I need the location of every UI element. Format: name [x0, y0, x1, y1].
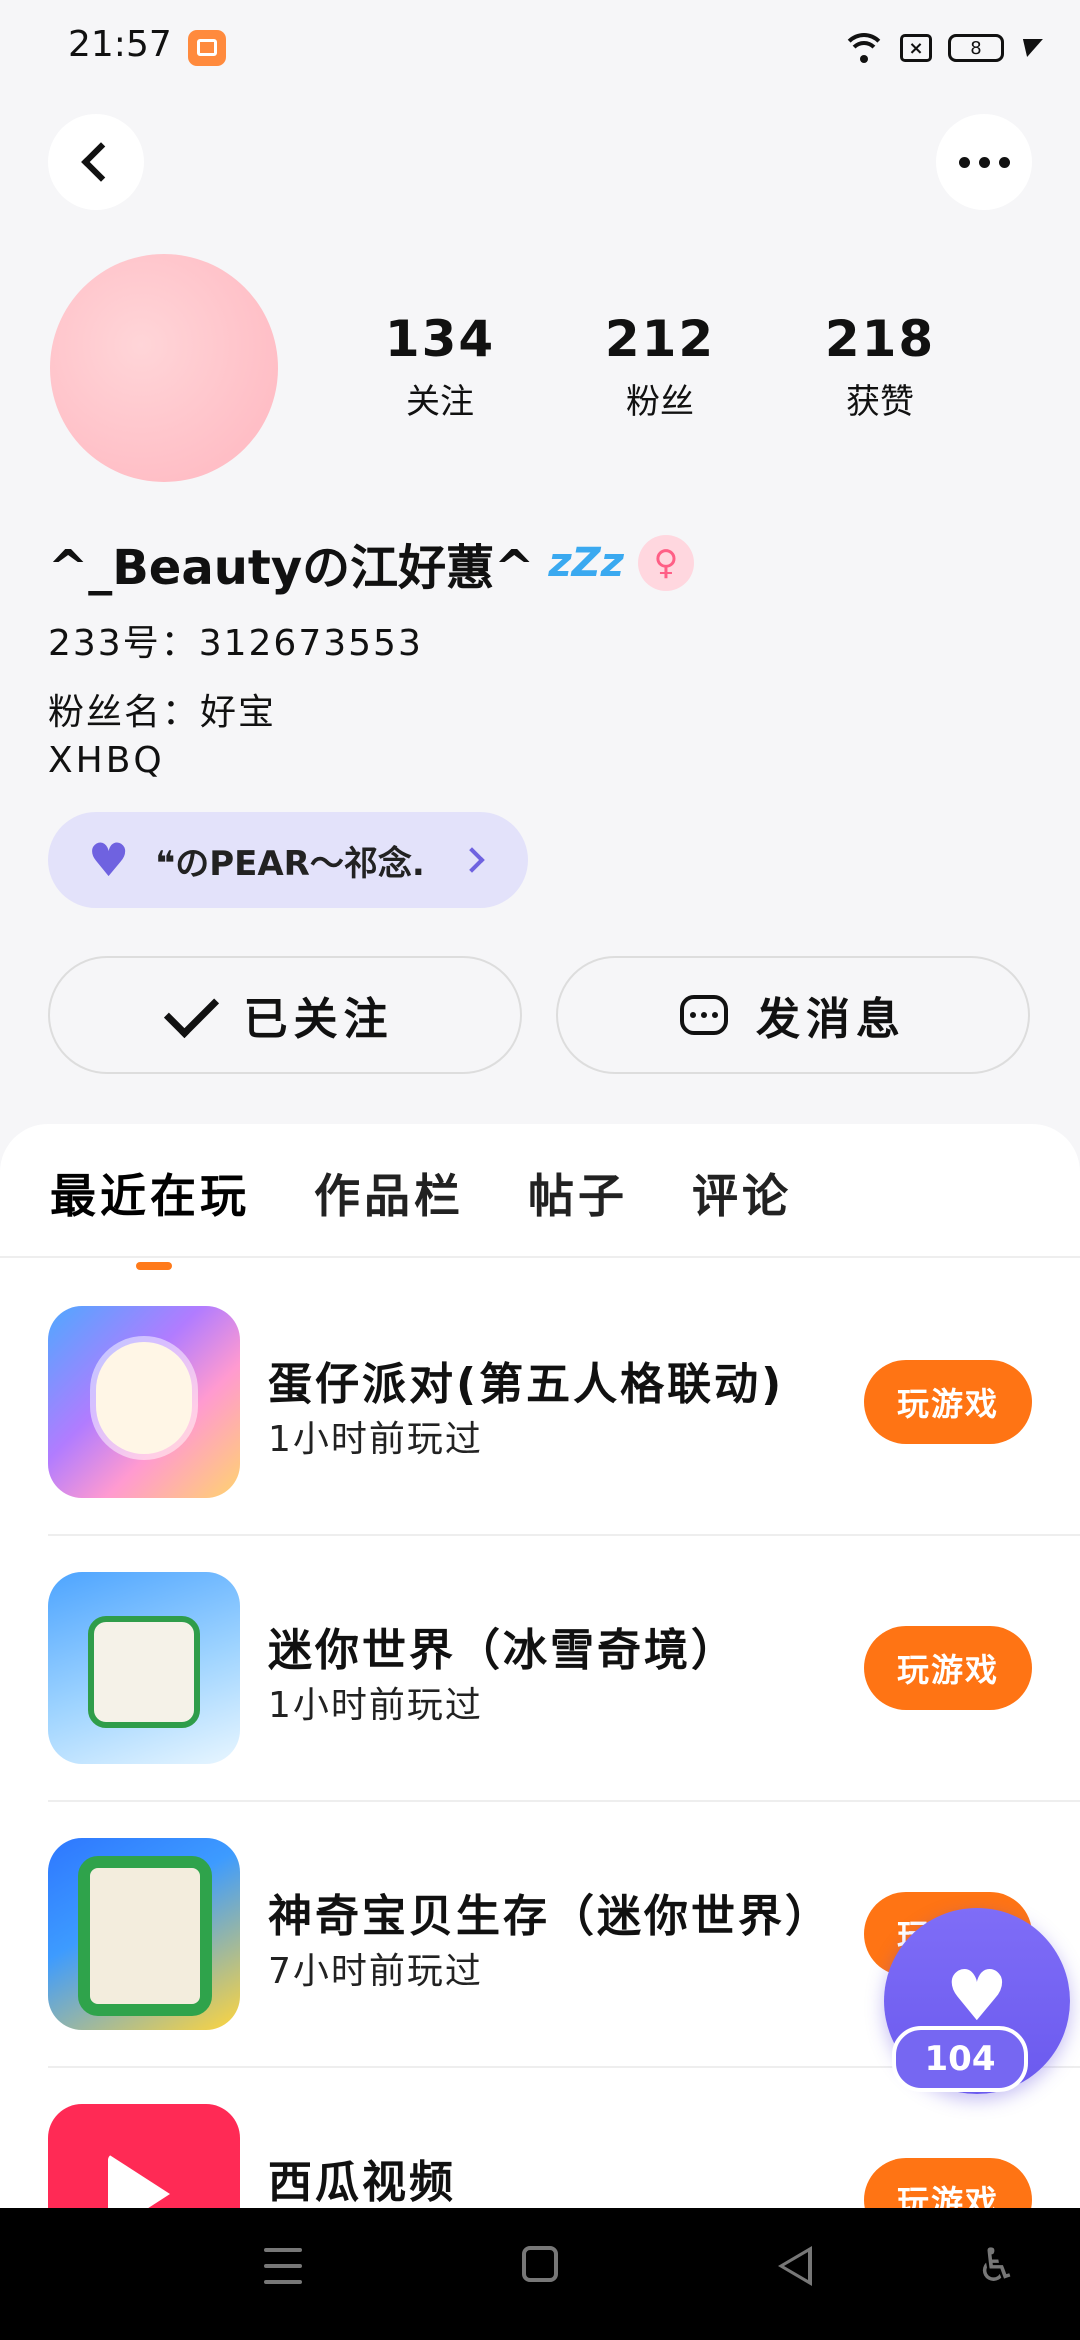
play-game-button[interactable]: 玩游戏	[864, 1626, 1032, 1710]
tab-posts[interactable]: 帖子	[528, 1160, 628, 1270]
tab-label: 帖子	[528, 1169, 628, 1223]
chevron-right-icon	[459, 847, 485, 873]
play-game-button[interactable]: 玩游戏	[864, 1360, 1032, 1444]
relationship-badge[interactable]: ♥ ❝のPEAR〜祁念.	[48, 812, 528, 908]
back-button[interactable]	[48, 114, 144, 210]
game-title: 蛋仔派对(第五人格联动)	[268, 1359, 785, 1410]
sim-icon: ×	[900, 34, 932, 62]
avatar[interactable]	[50, 254, 278, 482]
followed-button[interactable]: 已关注	[48, 956, 522, 1074]
heart-icon: ♥	[88, 833, 130, 887]
tab-label: 作品栏	[314, 1169, 464, 1223]
accessibility-icon[interactable]: ♿	[976, 2240, 1017, 2290]
last-played: 1小时前玩过	[268, 1419, 483, 1460]
chevron-left-icon	[81, 142, 121, 182]
stat-label: 获赞	[846, 382, 914, 422]
game-icon	[48, 1838, 240, 2030]
stat-following[interactable]: 134 关注	[350, 310, 530, 423]
game-icon	[48, 1306, 240, 1498]
list-item[interactable]: 蛋仔派对(第五人格联动) 1小时前玩过 玩游戏	[0, 1270, 1080, 1536]
check-icon	[163, 982, 219, 1038]
stat-fans[interactable]: 212 粉丝	[570, 310, 750, 423]
stat-label: 粉丝	[626, 382, 694, 422]
game-title: 迷你世界（冰雪奇境）	[268, 1625, 738, 1676]
last-played: 7小时前玩过	[268, 1951, 483, 1992]
more-dots-icon	[958, 156, 1010, 168]
username-row: ^_Beautyの江好蕙^ zZz ♀	[48, 528, 694, 598]
game-title: 神奇宝贝生存（迷你世界）	[268, 1891, 832, 1942]
battery-icon: 8	[948, 34, 1004, 62]
tab-recent-played[interactable]: 最近在玩	[50, 1160, 250, 1270]
female-gender-icon: ♀	[637, 535, 694, 591]
fan-name: 粉丝名：好宝	[48, 692, 277, 733]
tab-label: 评论	[692, 1169, 792, 1223]
like-count: 104	[892, 2026, 1028, 2092]
back-triangle-icon[interactable]	[778, 2246, 812, 2286]
tab-indicator	[136, 1262, 172, 1270]
heart-icon: ♥	[945, 1955, 1009, 2037]
message-icon	[680, 995, 728, 1035]
username: ^_Beautyの江好蕙^	[48, 540, 535, 596]
notification-app-icon	[188, 30, 226, 66]
badge-text: ❝のPEAR〜祁念.	[155, 843, 425, 884]
user-id: 233号：312673553	[48, 623, 423, 664]
stat-value: 212	[604, 310, 716, 368]
charging-icon	[1017, 39, 1043, 57]
list-item[interactable]: 迷你世界（冰雪奇境） 1小时前玩过 玩游戏	[0, 1536, 1080, 1802]
wifi-icon	[841, 33, 887, 63]
stat-likes[interactable]: 218 获赞	[790, 310, 970, 423]
user-tag: XHBQ	[48, 740, 165, 781]
status-icons: × 8	[841, 26, 1043, 70]
last-played: 1小时前玩过	[268, 1685, 483, 1726]
home-icon[interactable]	[522, 2246, 558, 2282]
message-label: 发消息	[756, 994, 906, 1045]
game-icon	[48, 1572, 240, 1764]
tab-works[interactable]: 作品栏	[314, 1160, 464, 1270]
stat-label: 关注	[406, 382, 474, 422]
divider	[0, 1256, 1080, 1258]
tab-bar: 最近在玩 作品栏 帖子 评论	[50, 1160, 792, 1270]
stat-value: 218	[824, 310, 936, 368]
tab-label: 最近在玩	[50, 1169, 250, 1223]
followed-label: 已关注	[243, 994, 394, 1045]
status-time: 21:57	[68, 24, 172, 65]
more-button[interactable]	[936, 114, 1032, 210]
sleep-zzz-icon: zZz	[548, 540, 624, 586]
game-title: 西瓜视频	[268, 2157, 456, 2208]
stat-value: 134	[384, 310, 496, 368]
tab-comments[interactable]: 评论	[692, 1160, 792, 1270]
send-message-button[interactable]: 发消息	[556, 956, 1030, 1074]
menu-icon[interactable]	[264, 2248, 302, 2284]
